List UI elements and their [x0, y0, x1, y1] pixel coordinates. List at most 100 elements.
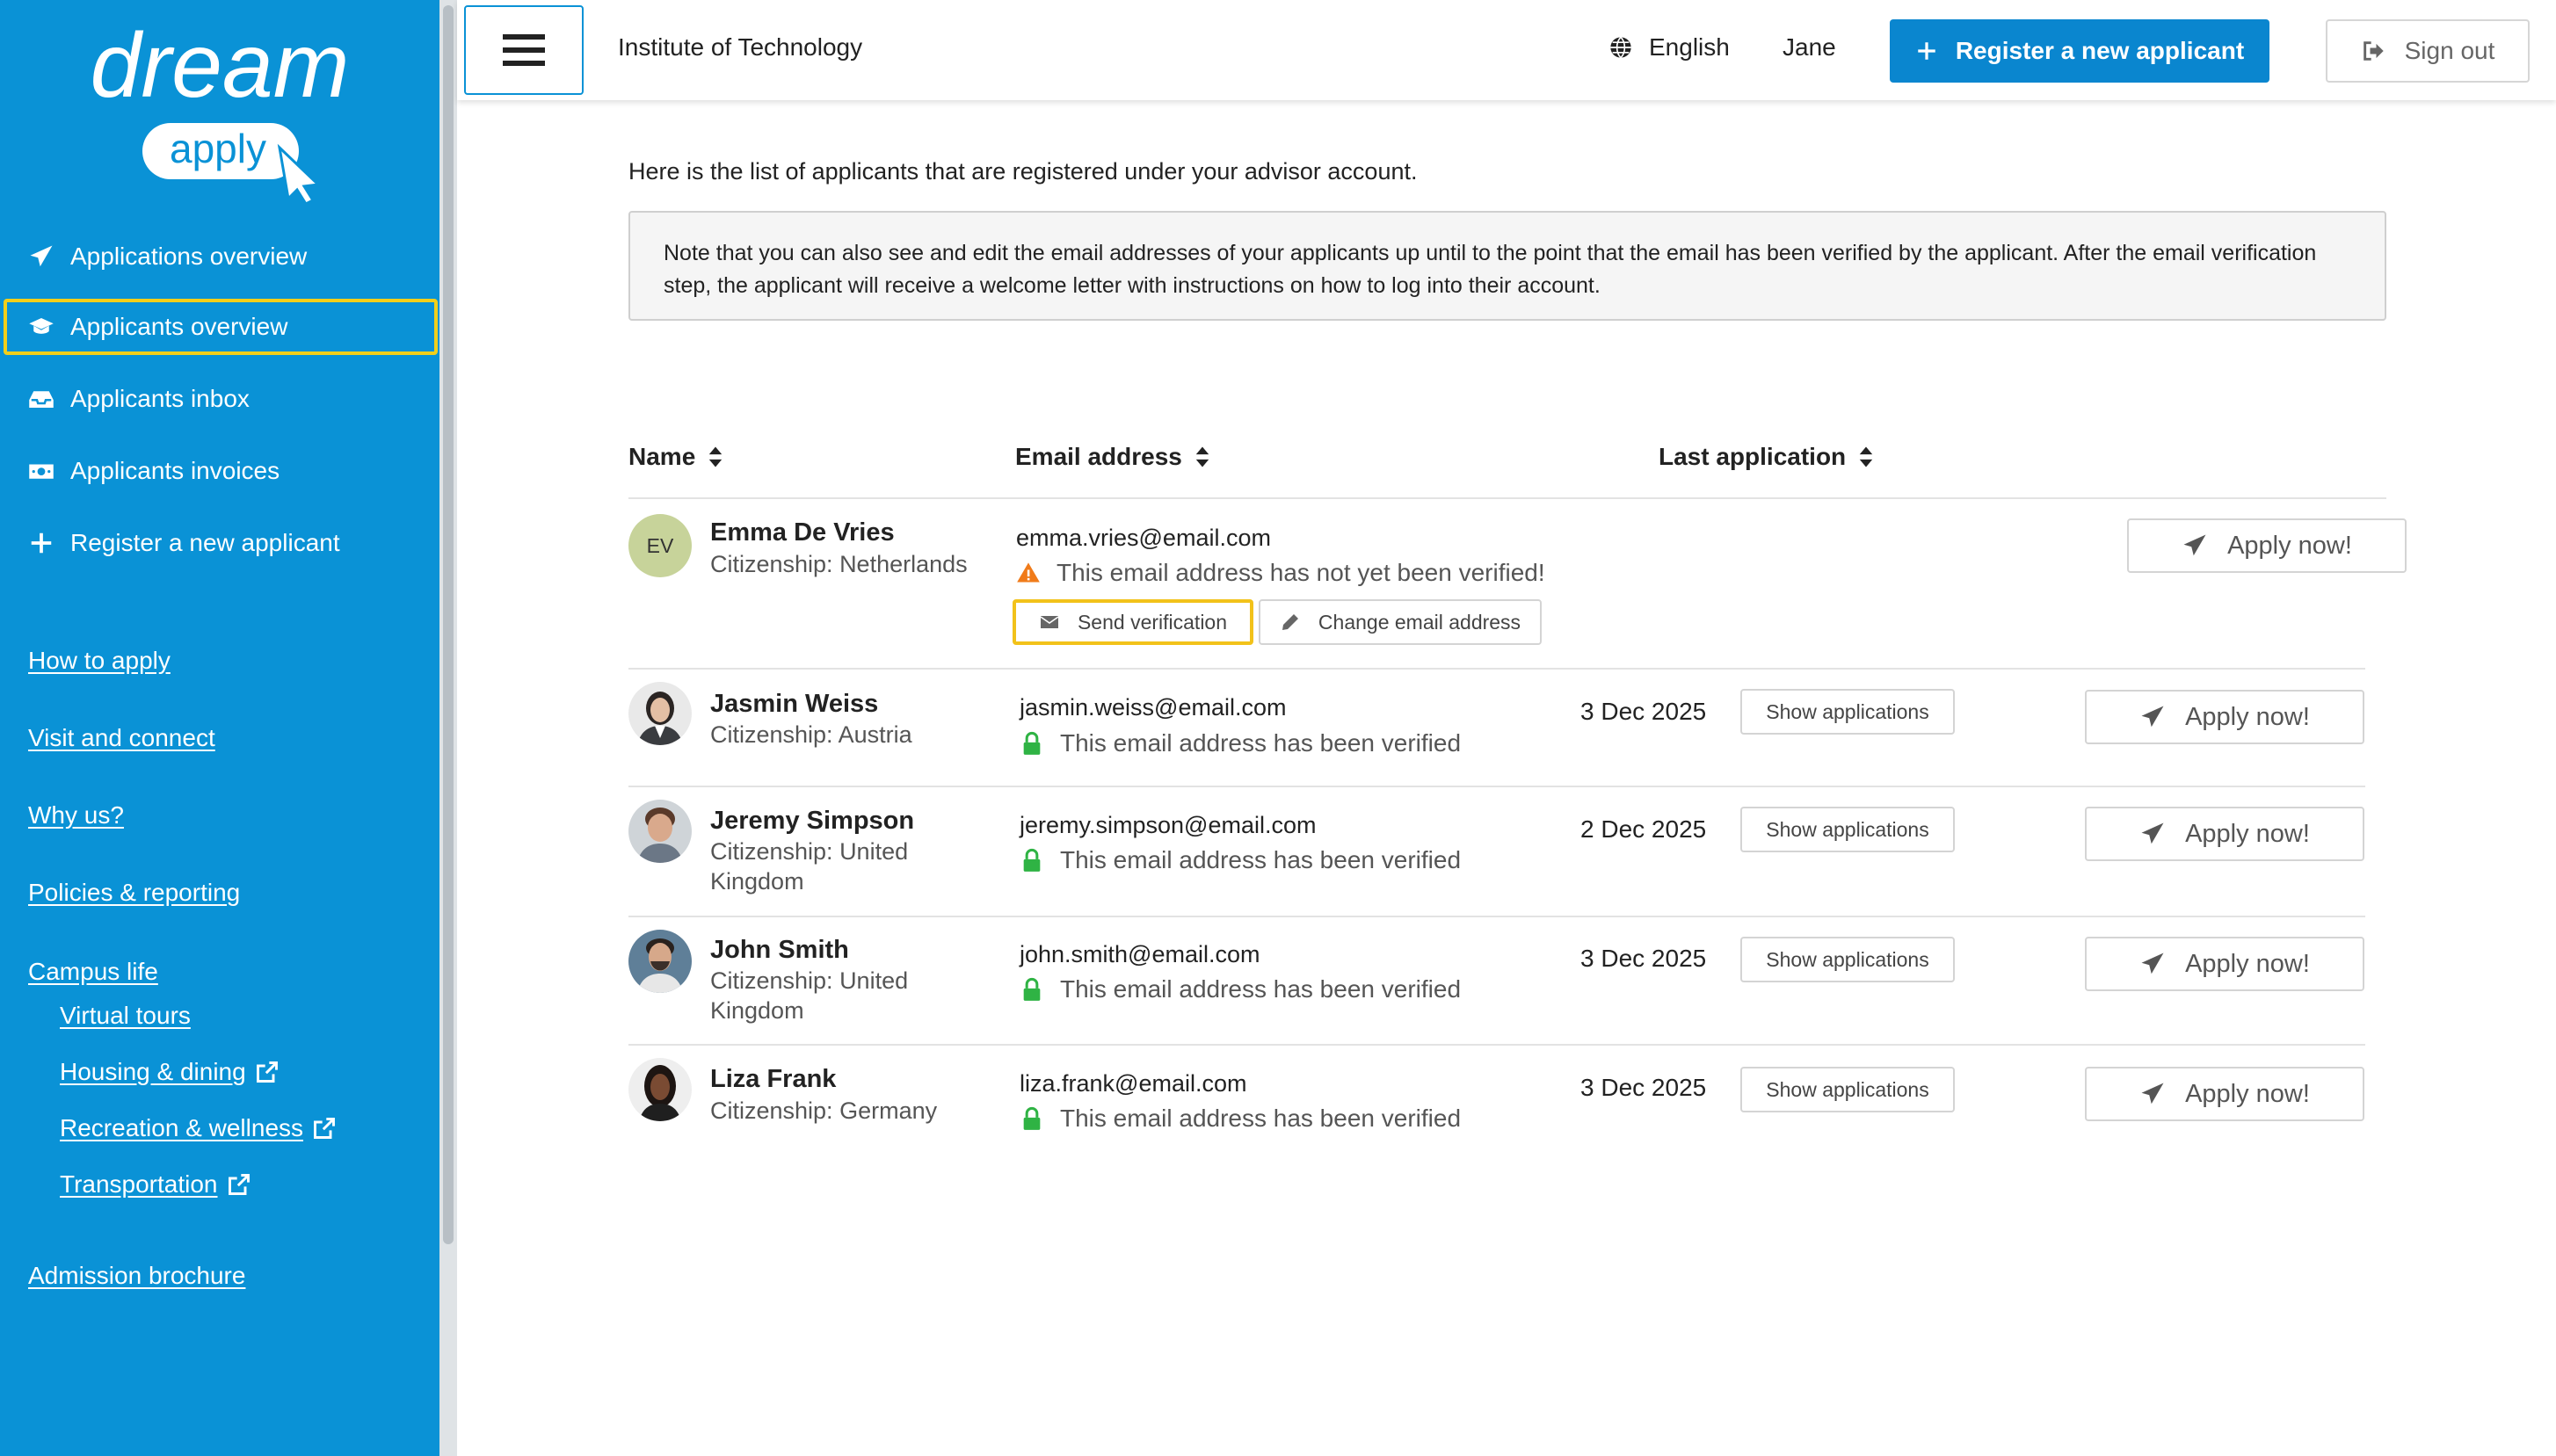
apply-now-button[interactable]: Apply now! [2085, 937, 2364, 991]
divider [628, 668, 2365, 670]
sidebar-item-register-applicant[interactable]: Register a new applicant [4, 515, 438, 571]
email-status: This email address has been verified [1020, 729, 1461, 757]
hamburger-icon [503, 34, 545, 66]
applicant-citizenship: Citizenship: Germany [710, 1097, 938, 1124]
link-how-to-apply[interactable]: How to apply [28, 647, 171, 675]
sort-icon [1195, 446, 1209, 467]
scrollbar-thumb[interactable] [443, 5, 454, 1244]
divider [628, 497, 2386, 499]
link-admission-brochure[interactable]: Admission brochure [28, 1262, 245, 1290]
paper-plane-icon [2141, 953, 2164, 974]
sidebar-item-applicants-invoices[interactable]: Applicants invoices [4, 443, 438, 499]
menu-toggle-button[interactable] [464, 5, 584, 95]
dreamapply-logo[interactable]: dream apply [88, 15, 352, 206]
last-application-date: 2 Dec 2025 [1580, 815, 1707, 843]
applicant-name: Emma De Vries [710, 518, 895, 547]
language-selector[interactable]: English [1608, 33, 1730, 62]
top-header: Institute of Technology English Jane Reg… [457, 0, 2556, 100]
applicant-name: Jeremy Simpson [710, 807, 915, 835]
sidebar-scrollbar[interactable] [439, 0, 457, 1456]
applicant-citizenship: Citizenship: United Kingdom [710, 967, 909, 1024]
applicant-citizenship: Citizenship: United Kingdom [710, 838, 909, 895]
sidebar: dream apply Applications overview Applic… [0, 0, 439, 1456]
applicant-email: jasmin.weiss@email.com [1020, 694, 1287, 721]
show-applications-button[interactable]: Show applications [1740, 937, 1955, 982]
avatar [628, 930, 692, 993]
apply-now-button[interactable]: Apply now! [2085, 690, 2364, 744]
applicant-citizenship: Citizenship: Netherlands [710, 551, 968, 577]
plus-icon [28, 530, 54, 556]
institute-name: Institute of Technology [618, 33, 863, 61]
applicant-email: jeremy.simpson@email.com [1020, 812, 1317, 838]
last-application-date: 3 Dec 2025 [1580, 1074, 1707, 1101]
graduation-cap-icon [28, 314, 54, 340]
lock-icon [1023, 1106, 1041, 1130]
show-applications-button[interactable]: Show applications [1740, 689, 1955, 735]
avatar [628, 800, 692, 863]
link-transportation[interactable]: Transportation [60, 1170, 251, 1199]
change-email-button[interactable]: Change email address [1259, 599, 1542, 645]
envelope-icon [1040, 616, 1059, 628]
money-bill-icon [28, 458, 54, 484]
register-applicant-button[interactable]: Register a new applicant [1890, 19, 2269, 83]
sidebar-item-label: Applicants inbox [70, 385, 250, 412]
divider [628, 786, 2365, 787]
applicant-citizenship: Citizenship: Austria [710, 721, 912, 748]
link-housing-dining[interactable]: Housing & dining [60, 1058, 280, 1086]
show-applications-button[interactable]: Show applications [1740, 807, 1955, 852]
sidebar-item-label: Register a new applicant [70, 529, 340, 556]
globe-icon [1610, 36, 1631, 59]
external-link-icon [314, 1118, 335, 1139]
sidebar-item-label: Applications overview [70, 243, 308, 270]
email-status: This email address has not yet been veri… [1016, 559, 1545, 587]
sort-by-email[interactable]: Email address [1015, 443, 1210, 471]
warning-icon [1017, 562, 1040, 583]
link-campus-life[interactable]: Campus life [28, 958, 158, 986]
applicant-email: liza.frank@email.com [1020, 1070, 1247, 1097]
link-policies-reporting[interactable]: Policies & reporting [28, 879, 240, 907]
paper-plane-icon [2141, 706, 2164, 728]
sidebar-item-applicants-overview[interactable]: Applicants overview [4, 299, 438, 355]
applicant-email: john.smith@email.com [1020, 941, 1260, 967]
show-applications-button[interactable]: Show applications [1740, 1067, 1955, 1112]
avatar: EV [628, 514, 692, 577]
applicant-name: John Smith [710, 936, 849, 964]
sort-icon [1859, 446, 1873, 467]
apply-now-button[interactable]: Apply now! [2085, 1067, 2364, 1121]
applicant-email: emma.vries@email.com [1016, 525, 1271, 551]
pencil-icon [1282, 614, 1298, 630]
svg-text:apply: apply [170, 126, 266, 171]
inbox-icon [28, 386, 54, 412]
sidebar-item-applications-overview[interactable]: Applications overview [4, 228, 438, 285]
sidebar-item-label: Applicants overview [70, 313, 288, 340]
link-visit-and-connect[interactable]: Visit and connect [28, 724, 215, 752]
link-recreation-wellness[interactable]: Recreation & wellness [60, 1114, 337, 1142]
paper-plane-icon [2141, 1083, 2164, 1105]
email-status: This email address has been verified [1020, 1105, 1461, 1133]
divider [628, 1044, 2365, 1046]
external-link-icon [256, 1061, 278, 1083]
user-menu[interactable]: Jane [1783, 33, 1836, 62]
link-why-us[interactable]: Why us? [28, 801, 124, 829]
sort-by-name[interactable]: Name [628, 443, 723, 471]
sort-icon [709, 446, 723, 467]
language-label: English [1649, 33, 1730, 61]
email-status: This email address has been verified [1020, 846, 1461, 874]
applicant-name: Liza Frank [710, 1065, 837, 1093]
sort-by-last-application[interactable]: Last application [1659, 443, 1874, 471]
link-virtual-tours[interactable]: Virtual tours [60, 1002, 191, 1030]
email-status: This email address has been verified [1020, 975, 1461, 1003]
sign-out-button[interactable]: Sign out [2326, 19, 2530, 83]
divider [628, 916, 2365, 917]
intro-text: Here is the list of applicants that are … [628, 158, 1418, 185]
apply-now-button[interactable]: Apply now! [2085, 807, 2364, 861]
paper-plane-icon [2141, 822, 2164, 844]
lock-icon [1023, 977, 1041, 1001]
apply-now-button[interactable]: Apply now! [2127, 518, 2407, 573]
paper-plane-icon [28, 243, 54, 270]
sidebar-item-applicants-inbox[interactable]: Applicants inbox [4, 371, 438, 427]
avatar [628, 682, 692, 745]
send-verification-button[interactable]: Send verification [1013, 599, 1253, 645]
info-note: Note that you can also see and edit the … [628, 211, 2386, 321]
sign-out-icon [2363, 41, 2384, 61]
